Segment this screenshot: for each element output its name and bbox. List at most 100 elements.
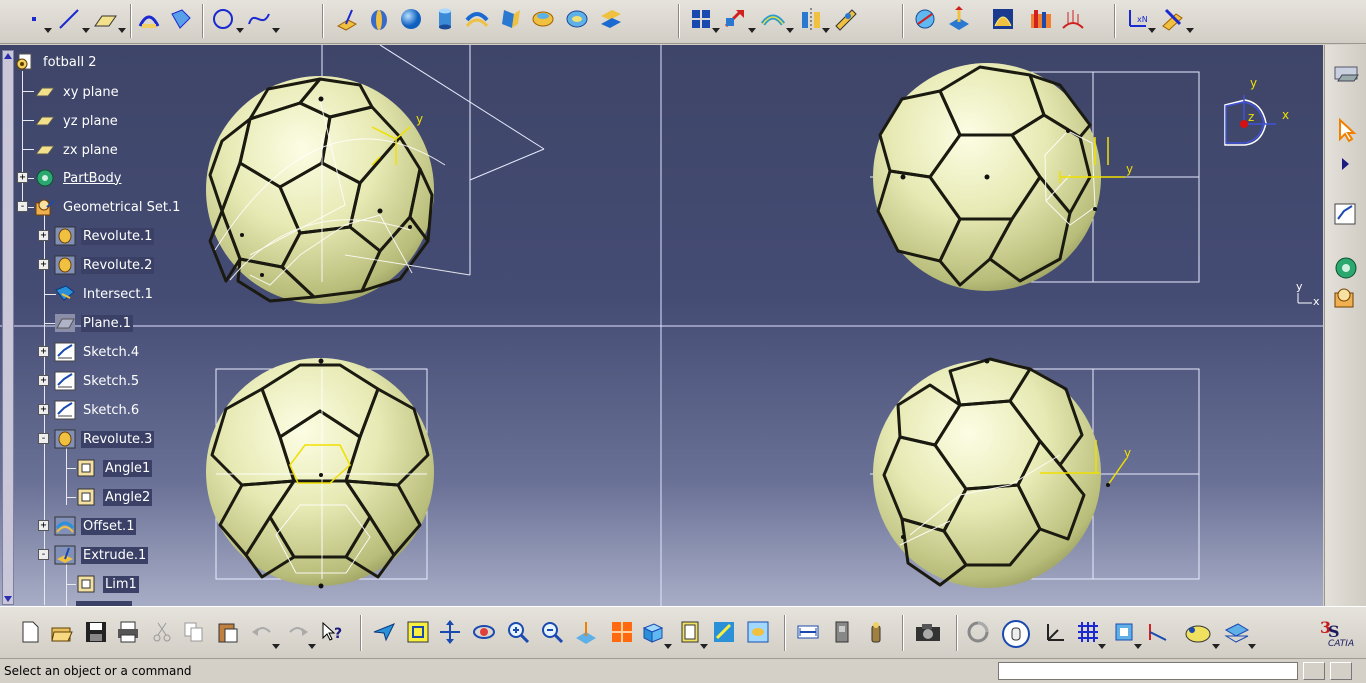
collapse-toggle[interactable]: - (17, 201, 28, 212)
plane-icon[interactable] (92, 6, 118, 32)
curvature-icon[interactable] (990, 6, 1016, 32)
fit-all-icon[interactable] (406, 620, 430, 644)
tree-item-angle1[interactable]: Angle1 (76, 457, 153, 479)
tree-item-angle2[interactable]: Angle2 (76, 486, 153, 508)
sweep-icon[interactable] (136, 6, 162, 32)
command-input[interactable] (998, 662, 1298, 680)
expand-arrow-icon[interactable] (1342, 158, 1349, 170)
grid-icon[interactable] (1076, 620, 1100, 644)
expand-toggle[interactable]: + (38, 520, 49, 531)
fill-surface-icon[interactable] (564, 6, 590, 32)
print-icon[interactable] (116, 620, 140, 644)
chevron-down-icon[interactable] (786, 28, 794, 33)
chevron-down-icon[interactable] (1134, 644, 1142, 649)
chevron-down-icon[interactable] (700, 644, 708, 649)
analysis-icon[interactable] (946, 6, 972, 32)
tree-item-zx-plane[interactable]: zx plane (34, 139, 120, 161)
tree-item-sketch-6[interactable]: Sketch.6 (54, 399, 141, 421)
expand-toggle[interactable]: + (38, 230, 49, 241)
porcupine-icon[interactable] (1060, 6, 1086, 32)
axis-system-icon[interactable]: xN (1124, 6, 1150, 32)
command-button-1[interactable] (1303, 662, 1325, 680)
line-icon[interactable] (56, 6, 82, 32)
measure-icon[interactable] (912, 6, 938, 32)
healing-icon[interactable] (832, 6, 858, 32)
tree-item-geometrical-set[interactable]: Geometrical Set.1 (34, 196, 182, 218)
tree-item-sketch-4[interactable]: Sketch.4 (54, 341, 141, 363)
update-icon[interactable] (966, 620, 990, 644)
new-icon[interactable] (18, 620, 42, 644)
tree-item-partbody[interactable]: PartBody (34, 167, 123, 189)
chevron-down-icon[interactable] (1248, 644, 1256, 649)
render-style-icon[interactable] (678, 620, 702, 644)
copy-icon[interactable] (182, 620, 206, 644)
rotate-icon[interactable] (472, 620, 496, 644)
sphere-icon[interactable] (398, 6, 424, 32)
expand-toggle[interactable]: + (17, 172, 28, 183)
fly-mode-icon[interactable] (372, 620, 396, 644)
chevron-down-icon[interactable] (272, 644, 280, 649)
translate-icon[interactable] (722, 6, 748, 32)
chevron-down-icon[interactable] (664, 644, 672, 649)
catalog-icon[interactable] (830, 620, 854, 644)
collapse-toggle[interactable]: - (38, 549, 49, 560)
chevron-down-icon[interactable] (118, 28, 126, 33)
insert-geometrical-set-icon[interactable] (1332, 285, 1360, 311)
ball-view-front[interactable]: y (870, 63, 1200, 291)
chevron-down-icon[interactable] (272, 28, 280, 33)
command-button-2[interactable] (1330, 662, 1352, 680)
tree-item-revolute-2[interactable]: Revolute.2 (54, 254, 155, 276)
sketcher-exit-icon[interactable] (1332, 61, 1360, 87)
sketch-icon[interactable] (1332, 201, 1360, 227)
ball-view-side[interactable]: y (870, 357, 1200, 589)
expand-toggle[interactable]: + (38, 404, 49, 415)
cylinder-icon[interactable] (432, 6, 458, 32)
scroll-down-icon[interactable] (4, 596, 12, 602)
chevron-down-icon[interactable] (44, 28, 52, 33)
undo-icon[interactable] (250, 620, 274, 644)
chevron-down-icon[interactable] (748, 28, 756, 33)
tree-scrollbar[interactable] (2, 50, 14, 605)
expand-toggle[interactable]: + (38, 375, 49, 386)
tree-item-extrude[interactable]: Extrude.1 (54, 544, 149, 566)
tree-item-intersect[interactable]: Intersect.1 (54, 283, 155, 305)
measure-between-icon[interactable] (796, 620, 820, 644)
paste-icon[interactable] (216, 620, 240, 644)
compass-widget[interactable]: y x z (1224, 76, 1289, 146)
offset-icon[interactable] (464, 6, 490, 32)
chevron-down-icon[interactable] (82, 28, 90, 33)
tree-item-offset[interactable]: Offset.1 (54, 515, 137, 537)
chevron-down-icon[interactable] (1212, 644, 1220, 649)
normal-view-icon[interactable] (574, 620, 598, 644)
expand-toggle[interactable]: + (38, 259, 49, 270)
multi-view-icon[interactable] (610, 620, 634, 644)
whats-this-icon[interactable]: ? (320, 620, 344, 644)
split-icon[interactable] (798, 6, 824, 32)
spline-icon[interactable] (246, 6, 272, 32)
revolve-icon[interactable] (366, 6, 392, 32)
sketch-tools-icon[interactable] (1184, 620, 1211, 644)
constraint-icon[interactable] (1146, 620, 1170, 644)
partbody-icon[interactable] (1332, 255, 1360, 281)
collapse-toggle[interactable]: - (38, 433, 49, 444)
fill-icon[interactable] (168, 6, 194, 32)
axis-icon[interactable] (1042, 620, 1066, 644)
snap-icon[interactable] (1112, 620, 1136, 644)
chevron-down-icon[interactable] (1148, 28, 1156, 33)
tree-item-yz-plane[interactable]: yz plane (34, 110, 120, 132)
multi-section-icon[interactable] (498, 6, 524, 32)
hand-icon[interactable] (1002, 620, 1030, 648)
scroll-up-icon[interactable] (4, 53, 12, 59)
tree-root[interactable]: fotball 2 (14, 51, 98, 73)
draft-analysis-icon[interactable] (1028, 6, 1054, 32)
chevron-down-icon[interactable] (822, 28, 830, 33)
chevron-down-icon[interactable] (236, 28, 244, 33)
zoom-in-icon[interactable] (506, 620, 530, 644)
extrude-icon[interactable] (334, 6, 360, 32)
3d-viewport[interactable]: y y y y x z y x fotball 2 xy plane yz pl… (0, 45, 1323, 606)
save-icon[interactable] (84, 620, 108, 644)
photo-icon[interactable] (914, 620, 940, 644)
redo-icon[interactable] (286, 620, 310, 644)
circle-icon[interactable] (210, 6, 236, 32)
tree-item-lim1[interactable]: Lim1 (76, 573, 139, 595)
